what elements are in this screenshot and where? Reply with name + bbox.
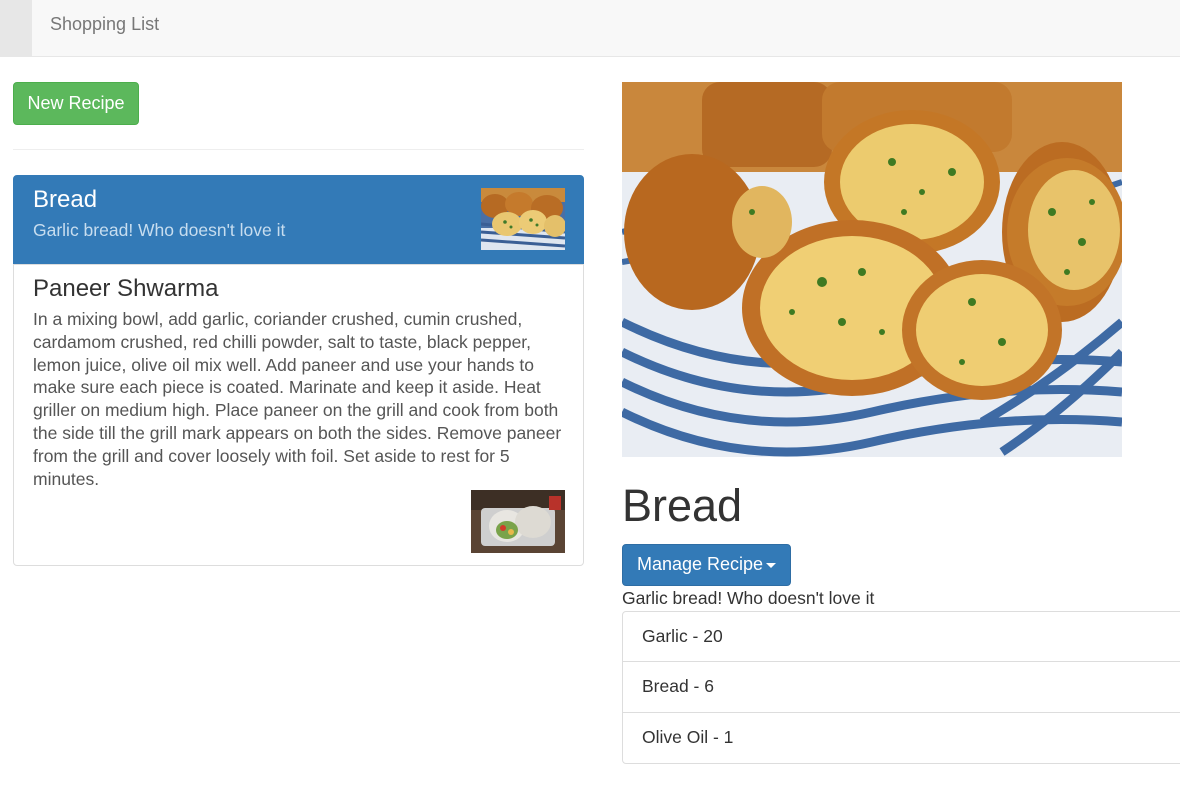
recipe-item-paneer-shwarma[interactable]: Paneer Shwarma In a mixing bowl, add gar…: [13, 264, 584, 566]
recipe-item-description: In a mixing bowl, add garlic, coriander …: [33, 309, 562, 489]
recipe-thumbnail-paneer-shwarma: [471, 490, 565, 553]
manage-recipe-label: Manage Recipe: [636, 554, 764, 574]
tab-shopping-list[interactable]: Shopping List: [50, 0, 159, 56]
manage-recipe-dropdown-button[interactable]: Manage Recipe: [622, 544, 791, 586]
caret-down-icon: [766, 562, 777, 568]
recipe-item-bread[interactable]: Bread Garlic bread! Who doesn't love it: [13, 175, 584, 265]
navbar: es Shopping List: [0, 0, 1180, 57]
ingredient-item[interactable]: Olive Oil - 1: [622, 712, 1180, 764]
recipe-detail-description: Garlic bread! Who doesn't love it: [622, 588, 875, 608]
recipe-item-title: Paneer Shwarma: [33, 275, 219, 302]
recipe-detail-image: [622, 82, 1122, 457]
recipe-item-title: Bread: [33, 186, 98, 213]
new-recipe-button[interactable]: New Recipe: [13, 82, 139, 125]
divider: [13, 149, 584, 150]
recipe-detail-title: Bread: [622, 480, 743, 531]
tab-shopping-list-label: Shopping List: [50, 14, 160, 34]
ingredient-item[interactable]: Bread - 6: [622, 661, 1180, 713]
ingredient-item[interactable]: Garlic - 20: [622, 611, 1180, 663]
tab-recipes[interactable]: es: [0, 0, 32, 56]
recipe-thumbnail-bread: [481, 188, 565, 250]
